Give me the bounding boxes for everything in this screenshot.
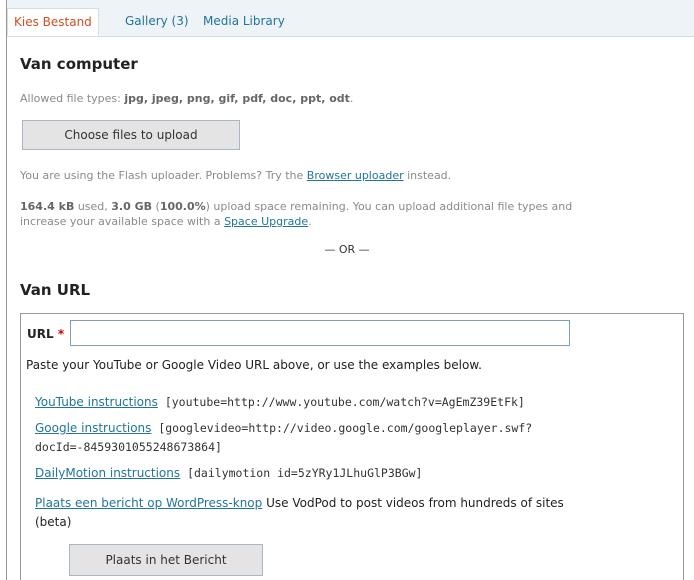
required-marker: *	[57, 327, 65, 341]
frame-border	[6, 0, 7, 580]
space-upgrade-link[interactable]: Space Upgrade	[224, 215, 308, 228]
or-separator: — OR —	[324, 243, 370, 256]
flash-uploader-note: You are using the Flash uploader. Proble…	[20, 169, 452, 182]
tab-media-library[interactable]: Media Library	[197, 8, 291, 36]
example-vodpod: Plaats een bericht op WordPress-knop Use…	[35, 496, 564, 529]
url-input[interactable]	[70, 320, 570, 346]
tab-kies-bestand[interactable]: Kies Bestand	[7, 8, 99, 36]
tab-gallery[interactable]: Gallery (3)	[119, 8, 195, 36]
example-youtube: YouTube instructions [youtube=http://www…	[35, 395, 525, 409]
choose-files-button[interactable]: Choose files to upload	[22, 120, 240, 150]
wordpress-button-link[interactable]: Plaats een bericht op WordPress-knop	[35, 496, 262, 510]
browser-uploader-link[interactable]: Browser uploader	[307, 169, 404, 182]
youtube-instructions-link[interactable]: YouTube instructions	[35, 395, 158, 409]
van-computer-heading: Van computer	[20, 55, 138, 73]
url-embed-panel: URL * Paste your YouTube or Google Video…	[20, 313, 684, 580]
van-url-heading: Van URL	[20, 281, 91, 299]
allowed-file-types: Allowed file types: jpg, jpeg, png, gif,…	[20, 92, 354, 105]
google-instructions-link[interactable]: Google instructions	[35, 421, 151, 435]
example-dailymotion: DailyMotion instructions [dailymotion id…	[35, 466, 423, 480]
url-label: URL *	[27, 327, 65, 341]
insert-into-post-button[interactable]: Plaats in het Bericht	[69, 544, 263, 576]
upload-space-info: 164.4 kB used, 3.0 GB (100.0%) upload sp…	[20, 200, 573, 228]
url-hint: Paste your YouTube or Google Video URL a…	[26, 358, 482, 372]
tab-bar: Kies Bestand Gallery (3) Media Library	[7, 0, 694, 37]
example-google: Google instructions [googlevideo=http://…	[35, 421, 533, 454]
dailymotion-instructions-link[interactable]: DailyMotion instructions	[35, 466, 180, 480]
